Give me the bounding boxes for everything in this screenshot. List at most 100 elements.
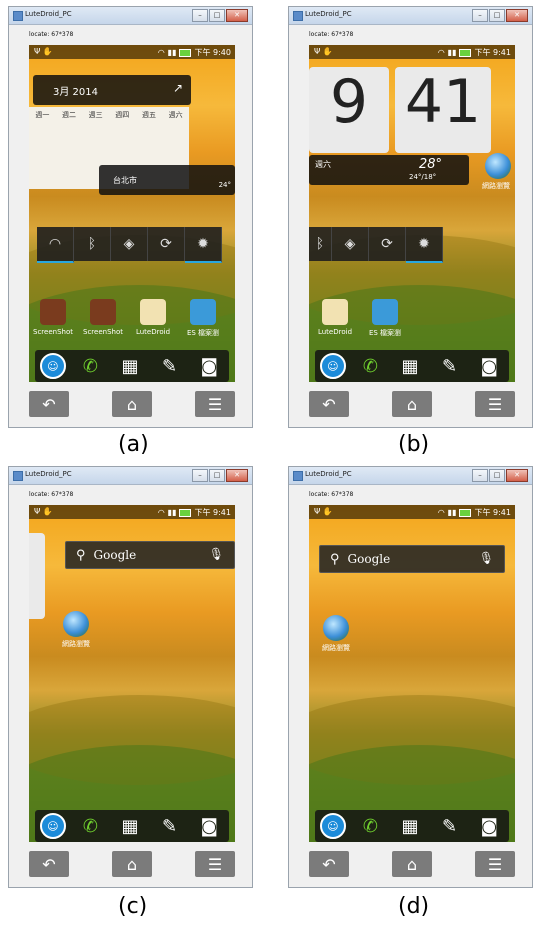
app-icon	[13, 11, 23, 21]
maximize-button[interactable]: □	[209, 469, 225, 482]
nav-bar: ↶ ⌂ ☰	[29, 391, 235, 419]
minimize-button[interactable]: –	[472, 9, 488, 22]
title-bar: LuteDroid_PC – □ ✕	[9, 467, 252, 485]
back-icon[interactable]: ↶	[309, 851, 349, 877]
phone-icon[interactable]: ✆	[75, 353, 105, 379]
phone-screen[interactable]: Ψ ✋ ◠ ▮▮ 下午 9:40 3月 2014 ↗ 週一 週二 週三 週四 週五 …	[29, 45, 235, 382]
people-icon[interactable]: ☺	[319, 353, 346, 379]
camera-icon[interactable]: ◙	[474, 813, 504, 839]
apps-grid-icon[interactable]: ▦	[395, 813, 425, 839]
browser-label: 網路瀏覽	[482, 182, 510, 190]
app-lutedroid[interactable]: LuteDroid	[313, 299, 357, 338]
phone-screen[interactable]: Ψ ✋ ◠ ▮▮ 下午 9:41 9 41 週六 28° 24°/18° 網路瀏覽 …	[309, 45, 515, 382]
signal-icon: ▮▮	[447, 48, 457, 57]
signal-icon: ▮▮	[447, 508, 457, 517]
microphone-icon[interactable]: 🎙	[209, 547, 224, 561]
usb-icon: Ψ ✋	[314, 507, 333, 516]
app-es-file[interactable]: ES 檔案瀏	[181, 299, 225, 338]
quick-settings: ᛒ ◈ ⟳ ✹	[309, 227, 443, 263]
usb-icon: Ψ ✋	[34, 47, 53, 56]
menu-icon[interactable]: ☰	[475, 851, 515, 877]
usb-icon: Ψ ✋	[34, 507, 53, 516]
temperature: 24°	[218, 181, 231, 189]
flashlight-icon[interactable]: ✎	[435, 353, 465, 379]
apps-grid-icon[interactable]: ▦	[115, 353, 145, 379]
weekday-label: 週一	[35, 111, 50, 119]
phone-icon[interactable]: ✆	[75, 813, 105, 839]
home-icon[interactable]: ⌂	[112, 851, 152, 877]
gps-toggle[interactable]: ◈	[332, 227, 369, 261]
flashlight-icon[interactable]: ✎	[435, 813, 465, 839]
menu-icon[interactable]: ☰	[195, 391, 235, 417]
arrow-icon[interactable]: ↗	[173, 81, 183, 95]
camera-icon[interactable]: ◙	[194, 353, 224, 379]
minimize-button[interactable]: –	[192, 469, 208, 482]
gps-toggle[interactable]: ◈	[111, 227, 148, 261]
back-icon[interactable]: ↶	[29, 851, 69, 877]
apps-grid-icon[interactable]: ▦	[395, 353, 425, 379]
home-icon[interactable]: ⌂	[112, 391, 152, 417]
temperature-range: 24°/18°	[409, 173, 437, 181]
microphone-icon[interactable]: 🎙	[479, 551, 494, 565]
wifi-toggle[interactable]: ◠	[37, 227, 74, 263]
phone-icon[interactable]: ✆	[355, 813, 385, 839]
phone-screen[interactable]: Ψ ✋ ◠ ▮▮ 下午 9:41 ⚲ Google 🎙 網路瀏覽 ☺ ✆ ▦ ✎ ◙	[309, 505, 515, 842]
status-bar: Ψ ✋ ◠ ▮▮ 下午 9:41	[309, 505, 515, 519]
app-screenshot[interactable]: ScreenShot	[81, 299, 125, 338]
app-lutedroid[interactable]: LuteDroid	[131, 299, 175, 338]
maximize-button[interactable]: □	[489, 9, 505, 22]
phone-icon[interactable]: ✆	[355, 353, 385, 379]
camera-icon[interactable]: ◙	[474, 353, 504, 379]
app-es-file[interactable]: ES 檔案瀏	[363, 299, 407, 338]
flashlight-icon[interactable]: ✎	[155, 353, 185, 379]
sync-toggle[interactable]: ⟳	[369, 227, 406, 261]
weather-widget[interactable]: 台北市 24°	[99, 165, 235, 195]
people-icon[interactable]: ☺	[319, 813, 346, 839]
google-search-bar[interactable]: ⚲ Google 🎙	[319, 545, 505, 573]
window-title: LuteDroid_PC	[305, 470, 352, 478]
home-icon[interactable]: ⌂	[392, 851, 432, 877]
maximize-button[interactable]: □	[209, 9, 225, 22]
browser-icon[interactable]	[63, 611, 89, 637]
weather-widget[interactable]: 週六 28° 24°/18°	[309, 155, 469, 185]
bluetooth-toggle[interactable]: ᛒ	[309, 227, 332, 261]
maximize-button[interactable]: □	[489, 469, 505, 482]
locate-readout: locate: 67*378	[309, 491, 354, 498]
clock-widget-edge[interactable]	[29, 533, 45, 619]
back-icon[interactable]: ↶	[29, 391, 69, 417]
home-icon[interactable]: ⌂	[392, 391, 432, 417]
wifi-icon: ◠	[157, 48, 165, 57]
brightness-toggle[interactable]: ✹	[406, 227, 443, 263]
camera-icon[interactable]: ◙	[194, 813, 224, 839]
app-row: ScreenShot ScreenShot LuteDroid ES 檔案瀏	[31, 299, 225, 338]
weekday-label: 週五	[141, 111, 156, 119]
bluetooth-toggle[interactable]: ᛒ	[74, 227, 111, 261]
people-icon[interactable]: ☺	[39, 813, 66, 839]
browser-icon[interactable]	[485, 153, 511, 179]
menu-icon[interactable]: ☰	[475, 391, 515, 417]
google-search-bar[interactable]: ⚲ Google 🎙	[65, 541, 235, 569]
nav-bar: ↶ ⌂ ☰	[29, 851, 235, 879]
sync-toggle[interactable]: ⟳	[148, 227, 185, 261]
people-icon[interactable]: ☺	[39, 353, 66, 379]
emulator-window: LuteDroid_PC – □ ✕ locate: 67*378 Ψ ✋ ◠ ▮…	[288, 466, 533, 888]
phone-screen[interactable]: Ψ ✋ ◠ ▮▮ 下午 9:41 ⚲ Google 🎙 網路瀏覽 ☺ ✆ ▦ ✎ ◙	[29, 505, 235, 842]
window-title: LuteDroid_PC	[305, 10, 352, 18]
back-icon[interactable]: ↶	[309, 391, 349, 417]
panel-a: LuteDroid_PC – □ ✕ locate: 67*378 Ψ ✋ ◠ ▮…	[8, 6, 253, 428]
close-button[interactable]: ✕	[506, 469, 528, 482]
minimize-button[interactable]: –	[472, 469, 488, 482]
status-bar: Ψ ✋ ◠ ▮▮ 下午 9:41	[309, 45, 515, 59]
close-button[interactable]: ✕	[226, 9, 248, 22]
calendar-header[interactable]: 3月 2014 ↗	[33, 75, 191, 105]
close-button[interactable]: ✕	[226, 469, 248, 482]
app-screenshot[interactable]: ScreenShot	[31, 299, 75, 338]
flashlight-icon[interactable]: ✎	[155, 813, 185, 839]
menu-icon[interactable]: ☰	[195, 851, 235, 877]
close-button[interactable]: ✕	[506, 9, 528, 22]
caption: (a)	[118, 432, 149, 457]
brightness-toggle[interactable]: ✹	[185, 227, 222, 263]
browser-icon[interactable]	[323, 615, 349, 641]
apps-grid-icon[interactable]: ▦	[115, 813, 145, 839]
minimize-button[interactable]: –	[192, 9, 208, 22]
